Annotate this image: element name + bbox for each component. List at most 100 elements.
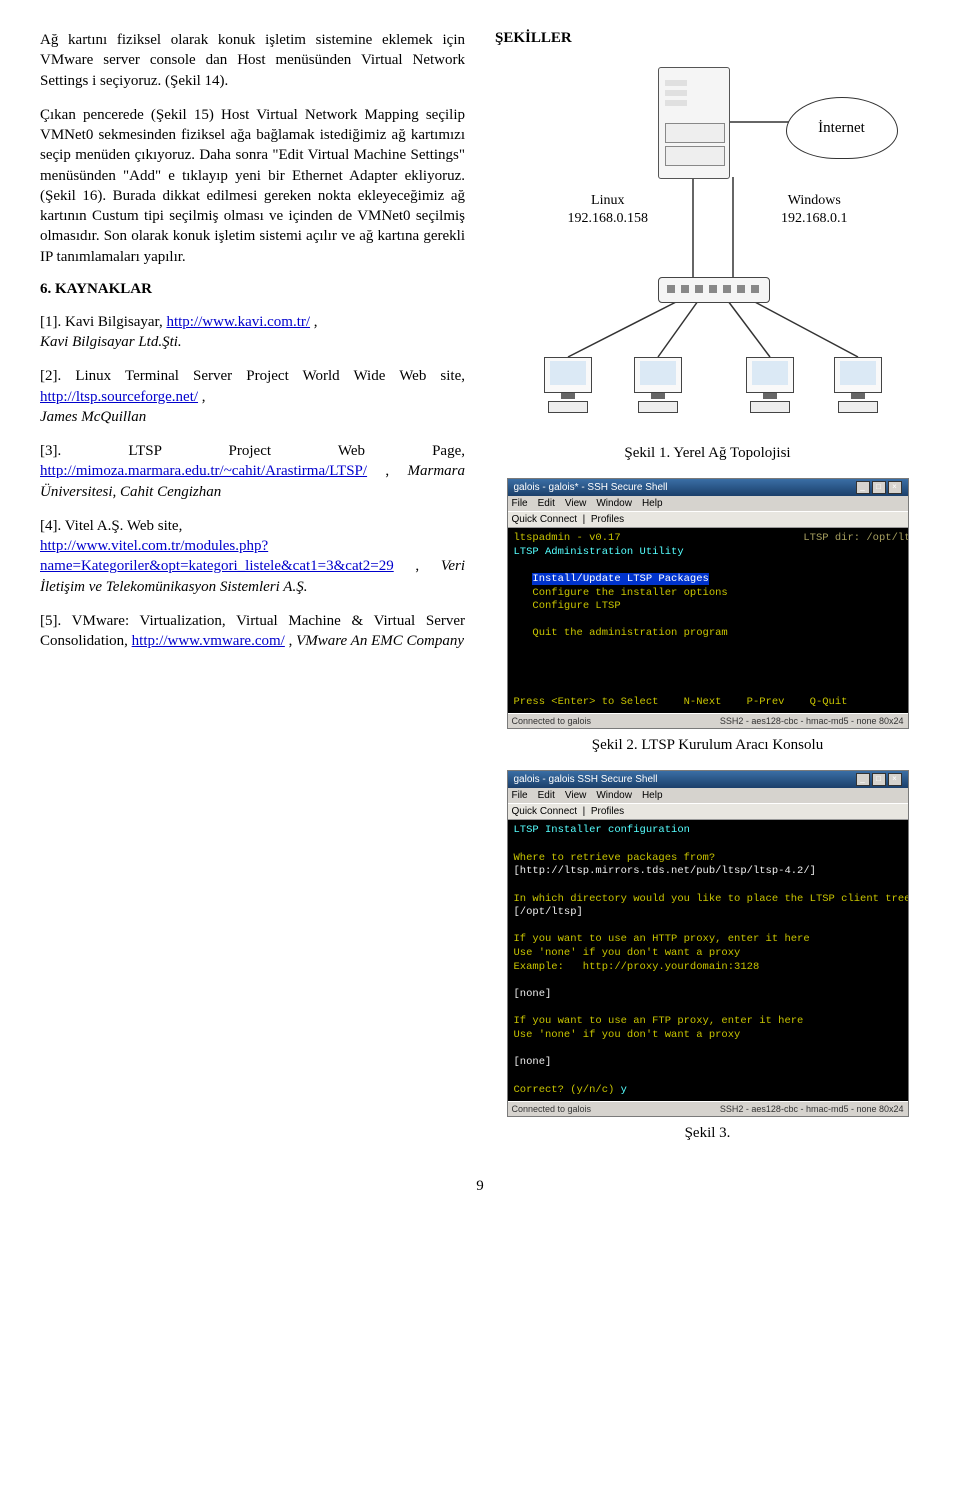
ssh-title-text-1: galois - galois* - SSH Secure Shell [514,482,668,493]
ref4-post: , [415,558,440,574]
section-kaynaklar: 6. KAYNAKLAR [40,281,465,298]
profiles-button-2[interactable]: Profiles [591,806,624,817]
ssh-terminal-1[interactable]: ltspadmin - v0.17 LTSP dir: /opt/ltsp LT… [508,528,908,713]
term-cfg-title: LTSP Installer configuration [514,824,690,836]
ref5-link[interactable]: http://www.vmware.com/ [132,633,285,649]
ref4-pre: [4]. Vitel A.Ş. Web site, [40,518,182,534]
ref2-post: , [202,389,206,405]
ssh-titlebar-1: galois - galois* - SSH Secure Shell _ □ … [508,479,908,496]
ref1-pre: [1]. Kavi Bilgisayar, [40,314,166,330]
term-opt-install: Install/Update LTSP Packages [532,573,708,585]
term-admin-title: LTSP Administration Utility [514,546,684,558]
ssh-title-text-2: galois - galois SSH Secure Shell [514,774,658,785]
ssh-toolbar-2: Quick Connect | Profiles [508,803,908,820]
term-cfg-answer: y [621,1084,627,1096]
term-cfg-correct: Correct? (y/n/c) [514,1084,621,1096]
reference-1: [1]. Kavi Bilgisayar, http://www.kavi.co… [40,312,465,353]
quick-connect-button-2[interactable]: Quick Connect [512,806,578,817]
client-icon-3 [740,357,800,417]
caption-2: Şekil 2. LTSP Kurulum Aracı Konsolu [495,737,920,754]
quick-connect-button[interactable]: Quick Connect [512,514,578,525]
status-cipher-1: SSH2 - aes128-cbc - hmac-md5 - none 80x2… [720,716,904,726]
ref1-post: , [314,314,318,330]
term-cfg-q1: Where to retrieve packages from? [514,852,716,864]
ssh-menubar-1: File Edit View Window Help [508,496,908,511]
reference-5: [5]. VMware: Virtualization, Virtual Mac… [40,611,465,652]
term-cfg-none-2: [none] [514,1056,552,1068]
close-icon-2[interactable]: × [888,773,902,786]
term-cfg-q2: In which directory would you like to pla… [514,893,908,905]
ref5-source: VMware An EMC Company [296,633,464,649]
menu-view-2[interactable]: View [565,790,587,801]
menu-help[interactable]: Help [642,498,663,509]
caption-1: Şekil 1. Yerel Ağ Topolojisi [495,445,920,462]
term-cfg-q3b: Use 'none' if you don't want a proxy [514,947,741,959]
menu-window-2[interactable]: Window [596,790,632,801]
menu-edit-2[interactable]: Edit [538,790,555,801]
status-cipher-2: SSH2 - aes128-cbc - hmac-md5 - none 80x2… [720,1104,904,1114]
term-cfg-q4: If you want to use an FTP proxy, enter i… [514,1015,804,1027]
ref2-pre: [2]. Linux Terminal Server Project World… [40,368,465,384]
ref2-link[interactable]: http://ltsp.sourceforge.net/ [40,389,198,405]
ref5-post: , [289,633,297,649]
term-banner-right: LTSP dir: /opt/ltsp [803,532,907,544]
reference-3: [3]. LTSP Project Web Page, http://mimoz… [40,441,465,502]
right-column: ŞEKİLLER İnternet Linux 192.1 [495,30,920,1158]
menu-help-2[interactable]: Help [642,790,663,801]
ssh-statusbar-2: Connected to galois SSH2 - aes128-cbc - … [508,1101,908,1116]
ref4-link[interactable]: http://www.vitel.com.tr/modules.php?name… [40,538,394,574]
status-connected-2: Connected to galois [512,1104,592,1114]
figure-3-ssh-window: galois - galois SSH Secure Shell _ □ × F… [507,770,909,1117]
menu-view[interactable]: View [565,498,587,509]
term-opt-configure-ltsp: Configure LTSP [532,600,620,612]
term-opt-configure-installer: Configure the installer options [532,587,727,599]
menu-file-2[interactable]: File [512,790,528,801]
term-cfg-q3: If you want to use an HTTP proxy, enter … [514,933,810,945]
ref3-link[interactable]: http://mimoza.marmara.edu.tr/~cahit/Aras… [40,463,367,479]
ref3-post: , [385,463,407,479]
client-icon-4 [828,357,888,417]
maximize-icon-2[interactable]: □ [872,773,886,786]
term-cfg-none-1: [none] [514,988,552,1000]
menu-window[interactable]: Window [596,498,632,509]
paragraph-1: Ağ kartını fiziksel olarak konuk işletim… [40,30,465,91]
term-footer-hints: Press <Enter> to Select N-Next P-Prev Q-… [514,696,848,708]
minimize-icon[interactable]: _ [856,481,870,494]
label-windows: Windows 192.168.0.1 [781,192,848,227]
ref1-link[interactable]: http://www.kavi.com.tr/ [166,314,310,330]
ssh-titlebar-2: galois - galois SSH Secure Shell _ □ × [508,771,908,788]
paragraph-2: Çıkan pencerede (Şekil 15) Host Virtual … [40,105,465,267]
profiles-button[interactable]: Profiles [591,514,624,525]
ssh-menubar-2: File Edit View Window Help [508,788,908,803]
term-opt-quit: Quit the administration program [532,627,727,639]
page-number: 9 [40,1178,920,1195]
ref1-source: Kavi Bilgisayar Ltd.Şti. [40,334,182,350]
reference-2: [2]. Linux Terminal Server Project World… [40,366,465,427]
term-banner-left: ltspadmin - v0.17 [514,532,621,544]
left-column: Ağ kartını fiziksel olarak konuk işletim… [40,30,465,1158]
ssh-terminal-2[interactable]: LTSP Installer configuration Where to re… [508,820,908,1101]
term-cfg-q3c: Example: http://proxy.yourdomain:3128 [514,961,760,973]
minimize-icon-2[interactable]: _ [856,773,870,786]
caption-3: Şekil 3. [495,1125,920,1142]
label-linux: Linux 192.168.0.158 [568,192,649,227]
server-icon [658,67,730,179]
term-cfg-a2: [/opt/ltsp] [514,906,583,918]
reference-4: [4]. Vitel A.Ş. Web site, http://www.vit… [40,516,465,597]
menu-file[interactable]: File [512,498,528,509]
client-icon-2 [628,357,688,417]
maximize-icon[interactable]: □ [872,481,886,494]
cloud-icon: İnternet [786,97,898,159]
term-cfg-a1: [http://ltsp.mirrors.tds.net/pub/ltsp/lt… [514,865,816,877]
close-icon[interactable]: × [888,481,902,494]
status-connected-1: Connected to galois [512,716,592,726]
term-cfg-q4b: Use 'none' if you don't want a proxy [514,1029,741,1041]
ref2-source: James McQuillan [40,409,146,425]
ssh-statusbar-1: Connected to galois SSH2 - aes128-cbc - … [508,713,908,728]
figures-title: ŞEKİLLER [495,30,920,47]
menu-edit[interactable]: Edit [538,498,555,509]
client-icon-1 [538,357,598,417]
cloud-label: İnternet [818,120,865,137]
switch-icon [658,277,770,303]
figure-1-topology: İnternet Linux 192.168.0.158 Windows 192… [508,57,908,437]
